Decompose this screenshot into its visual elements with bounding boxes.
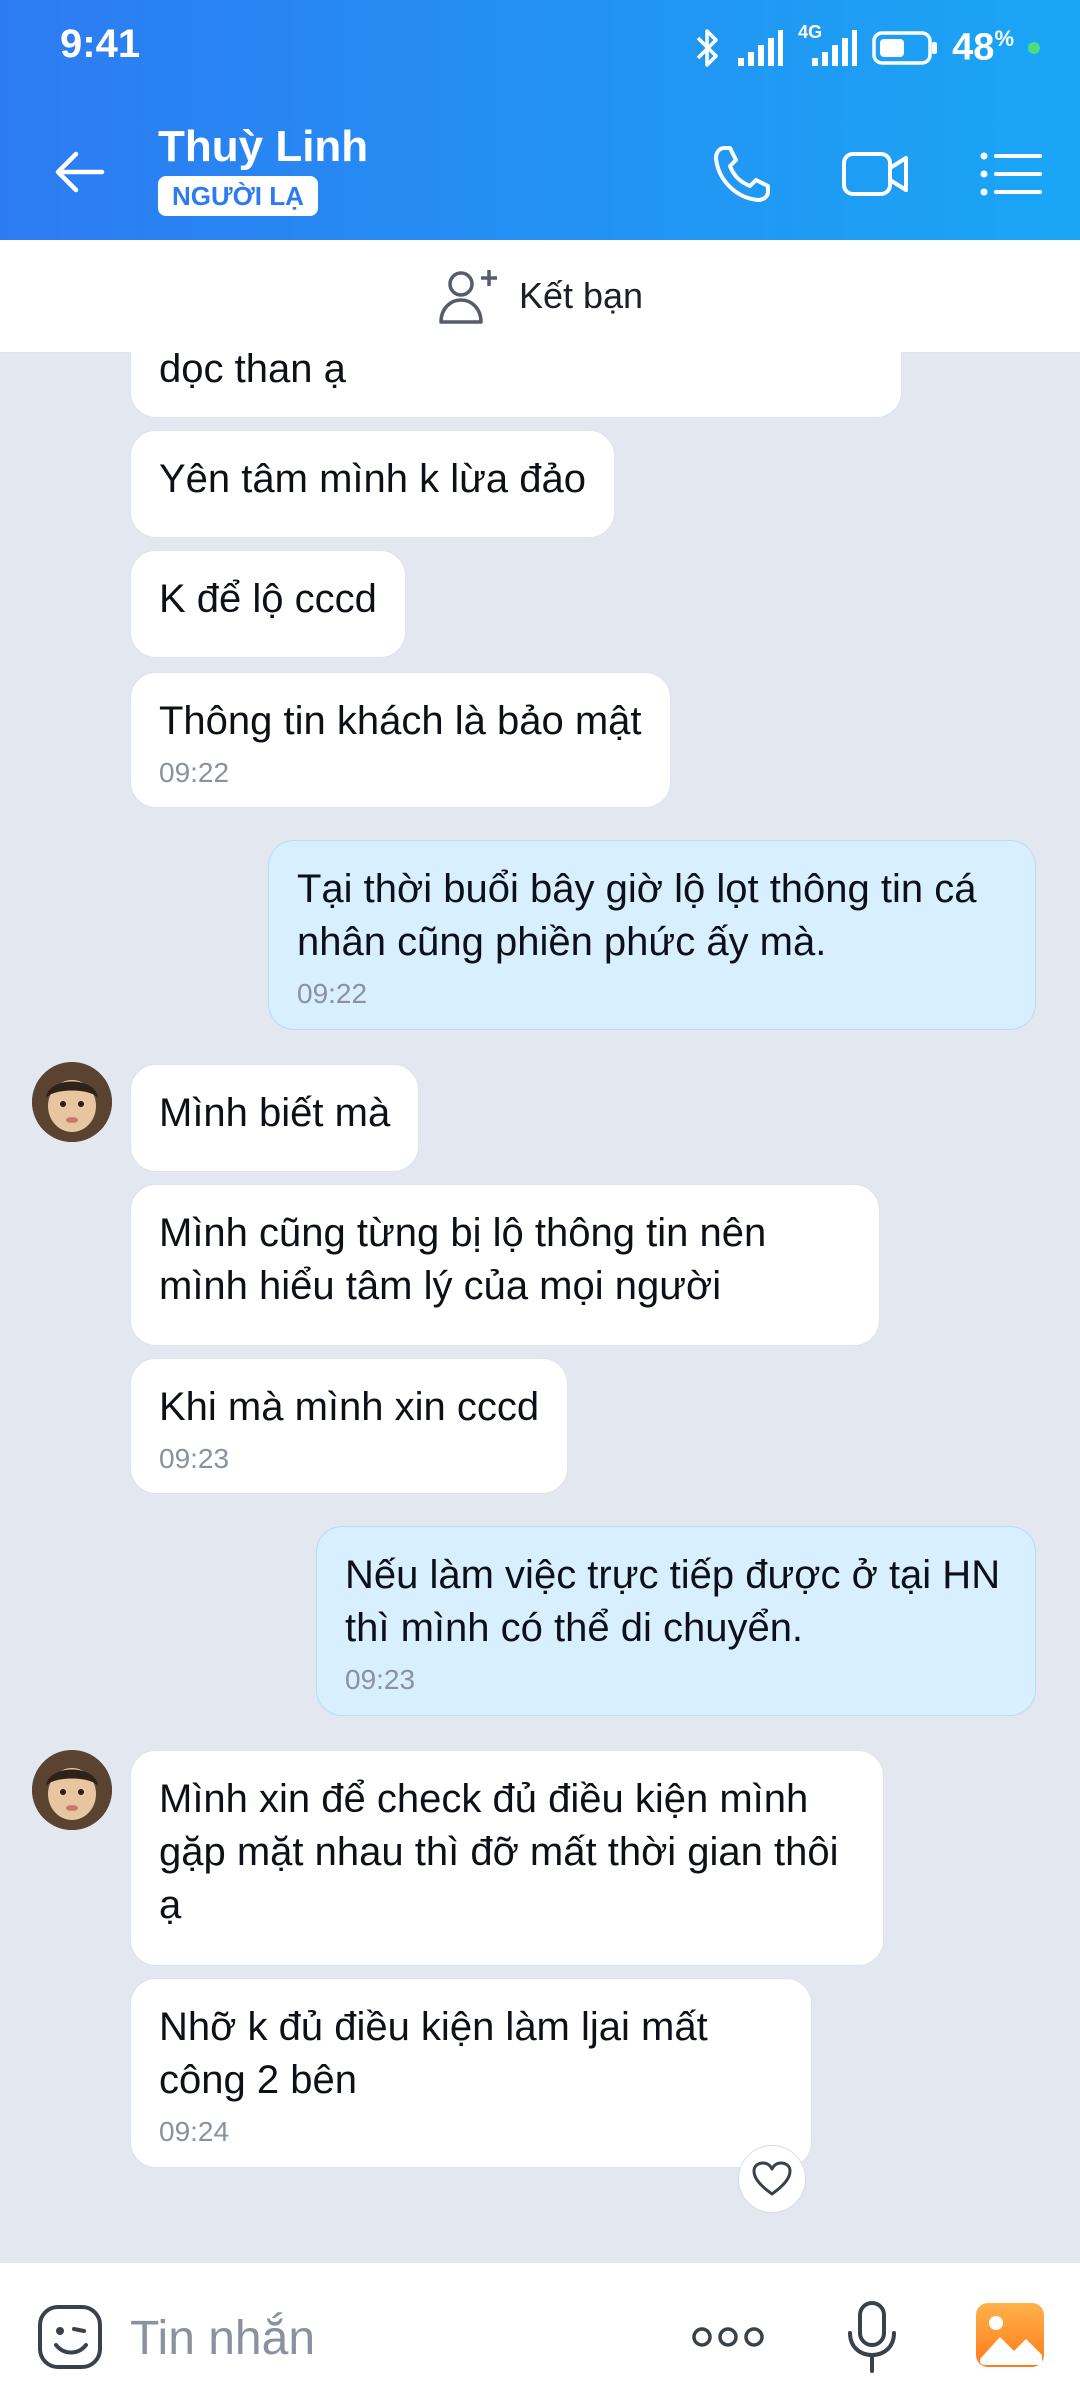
battery-unit: % (994, 26, 1014, 52)
add-friend-label: Kết bạn (518, 275, 644, 316)
microphone-icon[interactable] (844, 2299, 900, 2375)
message-text: Yên tâm mình k lừa đảo (159, 457, 586, 501)
emoji-icon[interactable] (36, 2303, 104, 2371)
status-icons: 4G 48% (692, 20, 1040, 76)
message-time: 09:23 (159, 1443, 230, 1474)
message-bubble[interactable]: dọc than ạ (130, 352, 902, 418)
bluetooth-icon (696, 29, 718, 67)
video-call-icon[interactable] (840, 138, 912, 210)
contact-avatar[interactable] (32, 1750, 112, 1830)
message-text: K để lộ cccd (159, 577, 377, 621)
message-text: Mình xin để check đủ điều kiện mình gặp … (159, 1777, 839, 1927)
message-bubble[interactable]: Mình cũng từng bị lộ thông tin nên mình … (130, 1184, 880, 1346)
network-type-4g: 4G (798, 22, 858, 70)
message-text: Mình cũng từng bị lộ thông tin nên mình … (159, 1211, 767, 1308)
message-bubble-sent[interactable]: Tại thời buổi bây giờ lộ lọt thông tin c… (268, 840, 1036, 1030)
message-text: dọc than ạ (159, 352, 346, 391)
message-time: 09:23 (345, 1664, 416, 1695)
message-time: 09:22 (159, 757, 230, 788)
heart-icon (752, 2161, 792, 2196)
chat-header: 9:41 4G 48% Thuỳ Linh NGƯỜI LẠ (0, 0, 1080, 240)
signal-4g-icon (812, 30, 858, 66)
message-text: Mình biết mà (159, 1091, 391, 1135)
message-time: 09:22 (297, 978, 368, 1009)
add-friend-bar[interactable]: Kết bạn (0, 240, 1080, 353)
privacy-indicator-dot (1028, 42, 1040, 54)
composer-bar: Tin nhắn (0, 2262, 1080, 2401)
message-time: 09:24 (159, 2116, 230, 2147)
menu-list-icon[interactable] (974, 138, 1046, 210)
message-text: Thông tin khách là bảo mật (159, 699, 642, 743)
message-text: Nhỡ k đủ điều kiện làm ljai mất công 2 b… (159, 2005, 708, 2102)
message-text: Nếu làm việc trực tiếp được ở tại HN thì… (345, 1553, 1001, 1650)
message-bubble[interactable]: Mình xin để check đủ điều kiện mình gặp … (130, 1750, 884, 1966)
back-arrow-icon[interactable] (48, 140, 112, 204)
message-bubble[interactable]: Mình biết mà (130, 1064, 420, 1172)
message-bubble[interactable]: Khi mà mình xin cccd 09:23 (130, 1358, 569, 1494)
avatar-image (32, 1750, 112, 1830)
battery-value: 48 (952, 26, 995, 69)
react-heart-button[interactable] (738, 2145, 806, 2213)
stranger-badge: NGƯỜI LẠ (158, 176, 318, 216)
status-bar: 9:41 4G 48% (0, 0, 1080, 96)
avatar-image (32, 1062, 112, 1142)
more-dots-icon[interactable] (690, 2317, 766, 2357)
message-text: Tại thời buổi bây giờ lộ lọt thông tin c… (297, 867, 977, 964)
contact-name[interactable]: Thuỳ Linh (158, 122, 368, 172)
message-bubble-sent[interactable]: Nếu làm việc trực tiếp được ở tại HN thì… (316, 1526, 1036, 1716)
message-input[interactable]: Tin nhắn (130, 2311, 315, 2366)
image-icon[interactable] (974, 2299, 1046, 2371)
message-bubble[interactable]: K để lộ cccd (130, 550, 406, 658)
clock: 9:41 (60, 22, 141, 66)
battery-percent: 48% (952, 26, 1014, 70)
message-text: Khi mà mình xin cccd (159, 1385, 540, 1429)
message-bubble[interactable]: Thông tin khách là bảo mật 09:22 (130, 672, 671, 808)
message-list[interactable]: dọc than ạ Yên tâm mình k lừa đảo K để l… (0, 352, 1080, 2262)
battery-icon (872, 31, 938, 65)
contact-avatar[interactable] (32, 1062, 112, 1142)
add-friend-icon (439, 270, 497, 324)
signal-icon (738, 30, 784, 66)
phone-icon[interactable] (706, 138, 778, 210)
message-bubble[interactable]: Yên tâm mình k lừa đảo (130, 430, 615, 538)
message-bubble[interactable]: Nhỡ k đủ điều kiện làm ljai mất công 2 b… (130, 1978, 812, 2168)
